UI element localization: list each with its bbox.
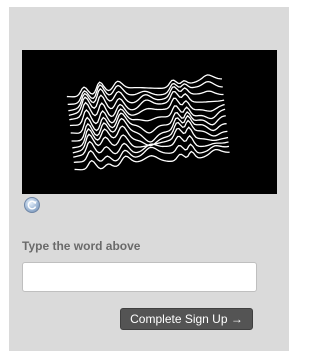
refresh-captcha-button[interactable] xyxy=(24,197,40,213)
signup-panel: Type the word above Complete Sign Up → xyxy=(9,7,289,351)
captcha-wave-line xyxy=(69,105,226,127)
complete-signup-button[interactable]: Complete Sign Up → xyxy=(120,308,253,330)
captcha-label: Type the word above xyxy=(22,239,141,253)
captcha-answer-input[interactable] xyxy=(22,262,257,292)
captcha-waves-graphic xyxy=(66,74,230,171)
refresh-icon xyxy=(27,200,37,210)
captcha-image xyxy=(22,50,277,194)
